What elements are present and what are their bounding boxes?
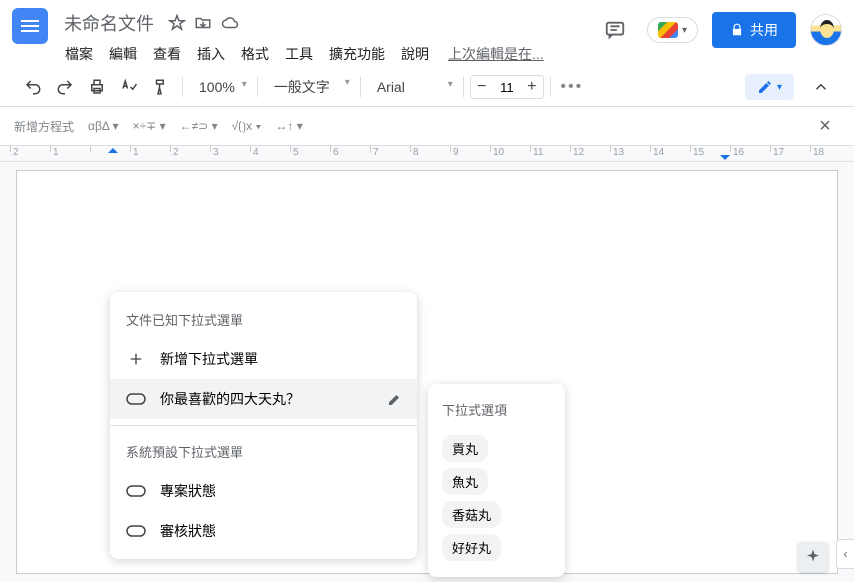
editing-mode-button[interactable]: ▾ [745,74,794,100]
print-button[interactable] [82,72,112,102]
meet-button[interactable]: ▾ [647,17,698,43]
cloud-icon[interactable] [220,14,240,32]
dropdown-menu-panel: 文件已知下拉式選單 新增下拉式選單 你最喜歡的四大天丸？ 系統預設下拉式選單 專… [110,292,417,559]
eq-root[interactable]: √⟮⟯x ▾ [232,119,262,134]
avatar[interactable] [810,14,842,46]
menu-view[interactable]: 查看 [146,40,188,68]
font-size-value[interactable]: 11 [493,80,521,95]
option-chip[interactable]: 好好丸 [442,534,501,561]
collapse-icon[interactable] [806,72,836,102]
preset1-label: 專案狀態 [160,481,216,501]
new-equation-button[interactable]: 新增方程式 [14,118,74,135]
equation-toolbar: 新增方程式 αβΔ ▾ ×÷∓ ▾ ←≠⊃ ▾ √⟮⟯x ▾ ↔↑ ▾ × [0,107,854,146]
ruler[interactable]: 21123456789101112131415161718 [0,146,854,162]
preset-review-status[interactable]: 審核狀態 [110,511,417,551]
undo-button[interactable] [18,72,48,102]
preset2-label: 審核狀態 [160,521,216,541]
menu-format[interactable]: 格式 [234,40,276,68]
indent-marker-left[interactable] [108,148,118,153]
move-icon[interactable] [194,14,212,32]
menu-tools[interactable]: 工具 [278,40,320,68]
option-chip[interactable]: 魚丸 [442,468,488,495]
eq-greek[interactable]: αβΔ ▾ [88,119,119,133]
menu-help[interactable]: 說明 [394,40,436,68]
menu-bar: 檔案 編輯 查看 插入 格式 工具 擴充功能 說明 上次編輯是在... [58,40,597,68]
font-size-decrease[interactable]: − [471,76,493,98]
lock-icon [730,23,744,37]
option-chip[interactable]: 貢丸 [442,435,488,462]
close-icon[interactable]: × [810,111,840,141]
indent-marker-right[interactable] [720,155,730,160]
menu-insert[interactable]: 插入 [190,40,232,68]
explore-button[interactable] [798,542,828,572]
menu-edit[interactable]: 編輯 [102,40,144,68]
share-label: 共用 [750,20,778,40]
plus-icon [126,351,146,367]
star-icon[interactable] [168,14,186,32]
comments-icon[interactable] [597,12,633,48]
spellcheck-button[interactable] [114,72,144,102]
eq-arrows[interactable]: ↔↑ ▾ [275,119,302,133]
side-panel-toggle[interactable]: ‹ [836,539,854,569]
toolbar: 100% 一般文字 Arial − 11 + ••• ▾ [0,68,854,107]
font-size-increase[interactable]: + [521,76,543,98]
custom-dropdown-item[interactable]: 你最喜歡的四大天丸？ [110,379,417,419]
doc-title[interactable]: 未命名文件 [58,8,160,38]
pencil-icon [757,79,773,95]
menu-file[interactable]: 檔案 [58,40,100,68]
dp-section-preset: 系統預設下拉式選單 [110,432,417,471]
add-dropdown-item[interactable]: 新增下拉式選單 [110,339,417,379]
last-edit-link[interactable]: 上次編輯是在... [448,44,544,64]
redo-button[interactable] [50,72,80,102]
chip-icon [126,393,146,405]
dropdown-options-panel: 下拉式選項 貢丸 魚丸 香菇丸 好好丸 [428,384,565,577]
share-button[interactable]: 共用 [712,12,796,48]
preset-project-status[interactable]: 專案狀態 [110,471,417,511]
chip-icon [126,525,146,537]
docs-logo[interactable] [12,8,48,44]
eq-operators[interactable]: ×÷∓ ▾ [133,119,166,133]
meet-icon [658,22,678,38]
chip-icon [126,485,146,497]
add-dropdown-label: 新增下拉式選單 [160,349,258,369]
font-select[interactable]: Arial [367,75,457,99]
eq-relations[interactable]: ←≠⊃ ▾ [180,119,218,133]
zoom-select[interactable]: 100% [189,75,251,99]
more-tools-icon[interactable]: ••• [557,72,587,102]
options-header: 下拉式選項 [428,394,565,429]
edit-icon[interactable] [387,391,403,407]
custom-dropdown-label: 你最喜歡的四大天丸？ [160,389,300,409]
menu-addons[interactable]: 擴充功能 [322,40,392,68]
dp-section-known: 文件已知下拉式選單 [110,300,417,339]
style-select[interactable]: 一般文字 [264,73,354,101]
option-chip[interactable]: 香菇丸 [442,501,501,528]
font-size-control: − 11 + [470,75,544,99]
paint-format-button[interactable] [146,72,176,102]
